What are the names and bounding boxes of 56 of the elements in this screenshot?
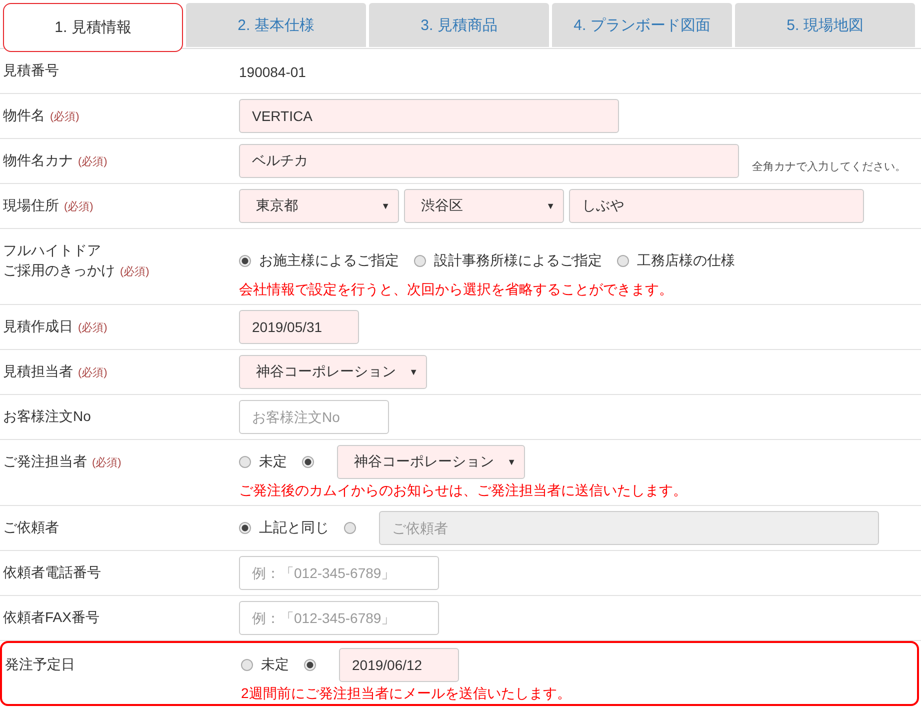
field-label: フルハイトドア [3,242,101,258]
select-dropdown[interactable]: 神谷コーポレーション ▼ [239,355,427,389]
radio-label: 工務店様の仕様 [637,252,735,270]
input-field[interactable]: しぶや [569,189,864,223]
radio-icon[interactable] [241,659,253,671]
required-mark: (必須) [78,322,108,334]
required-mark: (必須) [50,111,80,123]
radio-option[interactable]: 未定 [239,453,287,471]
input-field[interactable]: お客様注文No [239,400,389,434]
required-mark: (必須) [64,201,94,213]
field-label: 物件名カナ [3,152,73,168]
field-label: お客様注文No [3,408,91,424]
radio-icon[interactable] [302,456,314,468]
radio-icon[interactable] [239,456,251,468]
radio-label: 未定 [261,656,289,674]
radio-label: 未定 [259,453,287,471]
required-mark: (必須) [78,367,108,379]
radio-label: 上記と同じ [259,519,329,537]
input-field[interactable]: ベルチカ [239,144,739,178]
field-label: ご発注担当者 [3,453,87,469]
select-dropdown[interactable]: 東京都 ▼ [239,189,399,223]
notice-text: 会社情報で設定を行うと、次回から選択を省略することができます。 [239,281,674,299]
estimate-number: 190084-01 [239,63,306,80]
radio-option[interactable]: 未定 [241,656,289,674]
input-field[interactable]: 2019/05/31 [239,310,359,344]
field-label: 現場住所 [3,197,59,213]
radio-icon[interactable] [239,255,251,267]
field-label: 物件名 [3,107,45,123]
input-field[interactable]: 2019/06/12 [339,648,459,682]
field-label: 見積番号 [3,62,59,78]
input-field[interactable]: 例：「012-345-6789」 [239,556,439,590]
field-label: ご依頼者 [3,519,59,535]
radio-icon[interactable] [414,255,426,267]
input-field[interactable]: VERTICA [239,99,619,133]
hint-text: 全角カナで入力してください。 [752,160,906,174]
radio-option[interactable]: 上記と同じ [239,519,329,537]
field-label: 見積作成日 [3,318,73,334]
notice-text: ご発注後のカムイからのお知らせは、ご発注担当者に送信いたします。 [239,482,688,500]
field-label: 発注予定日 [5,656,75,672]
radio-icon[interactable] [239,522,251,534]
select-dropdown[interactable]: 渋谷区 ▼ [404,189,564,223]
required-mark: (必須) [120,266,150,278]
radio-option[interactable]: 工務店様の仕様 [617,252,735,270]
required-mark: (必須) [92,457,122,469]
field-label: 依頼者電話番号 [3,564,101,580]
field-label: 依頼者FAX番号 [3,609,100,625]
select-dropdown[interactable]: 神谷コーポレーション ▼ [337,445,525,479]
field-label: ご採用のきっかけ [3,262,115,278]
radio-icon[interactable] [344,522,356,534]
required-mark: (必須) [78,156,108,168]
notice-text: 2週間前にご発注担当者にメールを送信いたします。 [241,685,572,703]
field-label: 見積担当者 [3,363,73,379]
radio-icon[interactable] [617,255,629,267]
input-field[interactable]: 例：「012-345-6789」 [239,601,439,635]
tab[interactable]: 1. 見積情報 [3,3,183,52]
radio-icon[interactable] [304,659,316,671]
